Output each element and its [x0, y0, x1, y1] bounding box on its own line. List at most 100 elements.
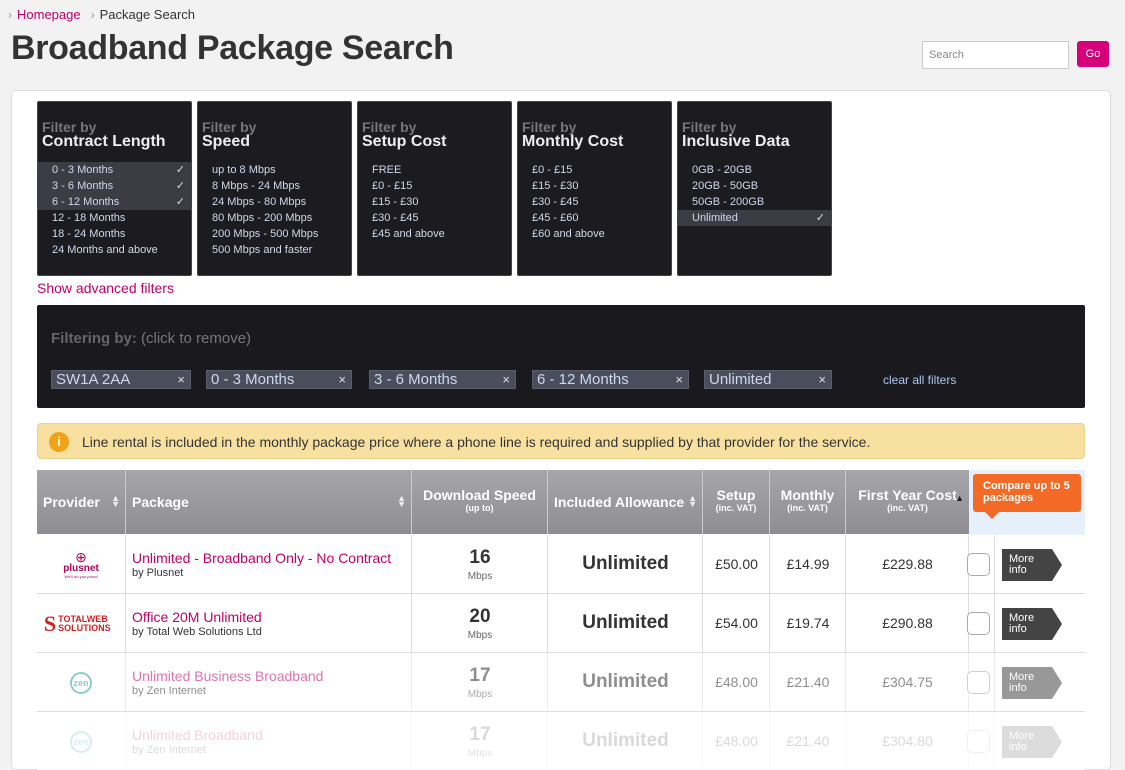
col-download-speed[interactable]: Download Speed (up to) — [412, 470, 548, 534]
filter-option[interactable]: FREE — [358, 162, 511, 178]
filter-option[interactable]: 24 Months and above — [38, 242, 191, 258]
plusnet-cross-icon: ⊕ — [75, 548, 87, 565]
filter-option[interactable]: 80 Mbps - 200 Mbps — [198, 210, 351, 226]
filter-option[interactable]: 18 - 24 Months — [38, 226, 191, 242]
line-rental-notice: i Line rental is included in the monthly… — [37, 423, 1085, 459]
setup-price: £48.00 — [715, 674, 758, 690]
filter-option[interactable]: £30 - £45 — [358, 210, 511, 226]
search-input[interactable] — [922, 41, 1069, 69]
speed-unit: Mbps — [467, 571, 493, 582]
first-year-price: £304.75 — [882, 674, 933, 690]
monthly-price: £21.40 — [786, 674, 830, 690]
filter-tag[interactable]: SW1A 2AA × — [51, 370, 191, 389]
table-row: S TOTALWEB SOLUTIONS Office 20M Unlimite… — [37, 594, 1085, 653]
allowance-value: Unlimited — [582, 730, 669, 751]
col-setup[interactable]: Setup (inc. VAT) — [703, 470, 770, 534]
filter-option[interactable]: 20GB - 50GB — [678, 178, 831, 194]
filter-option[interactable]: £0 - £15 — [518, 162, 671, 178]
chevron-right-icon: › — [90, 7, 95, 22]
breadcrumb-home-link[interactable]: Homepage — [17, 7, 81, 22]
compare-packages-button[interactable]: Compare up to 5 packages — [973, 474, 1081, 519]
compare-checkbox[interactable] — [967, 730, 990, 753]
filter-option[interactable]: 200 Mbps - 500 Mbps — [198, 226, 351, 242]
filter-option[interactable]: 12 - 18 Months — [38, 210, 191, 226]
filter-tag[interactable]: Unlimited × — [704, 370, 832, 389]
filter-option[interactable]: Unlimited ✓ — [678, 210, 831, 226]
speed-value: 16 — [469, 547, 491, 568]
filter-option[interactable]: £0 - £15 — [358, 178, 511, 194]
close-icon[interactable]: × — [177, 371, 185, 388]
speed-unit: Mbps — [467, 748, 493, 759]
page-title: Broadband Package Search — [11, 29, 454, 67]
col-first-year-cost[interactable]: First Year Cost (inc. VAT) ▲ — [846, 470, 969, 534]
close-icon[interactable]: × — [675, 371, 683, 388]
filter-option[interactable]: 24 Mbps - 80 Mbps — [198, 194, 351, 210]
info-icon: i — [49, 432, 69, 452]
filter-option[interactable]: 0GB - 20GB — [678, 162, 831, 178]
allowance-value: Unlimited — [582, 612, 669, 633]
filter-option[interactable]: £15 - £30 — [358, 194, 511, 210]
close-icon[interactable]: × — [818, 371, 826, 388]
search-go-button[interactable]: Go — [1077, 41, 1109, 67]
check-icon: ✓ — [175, 164, 185, 176]
filter-option[interactable]: £45 and above — [358, 226, 511, 242]
filter-option[interactable]: up to 8 Mbps — [198, 162, 351, 178]
zen-logo: zen — [37, 653, 125, 712]
filter-option[interactable]: 8 Mbps - 24 Mbps — [198, 178, 351, 194]
package-provider: by Total Web Solutions Ltd — [132, 626, 262, 638]
filter-setup-cost: Filter by Setup Cost FREE £0 - £15 £15 -… — [357, 101, 512, 276]
setup-price: £50.00 — [715, 556, 758, 572]
first-year-price: £304.80 — [882, 733, 933, 749]
filter-inclusive-data: Filter by Inclusive Data 0GB - 20GB 20GB… — [677, 101, 832, 276]
filter-option[interactable]: £15 - £30 — [518, 178, 671, 194]
more-info-button[interactable]: More info — [1002, 608, 1062, 640]
check-icon: ✓ — [175, 196, 185, 208]
speed-value: 17 — [469, 665, 491, 686]
col-provider[interactable]: Provider ▲ ▼ — [37, 470, 126, 534]
filter-option[interactable]: 50GB - 200GB — [678, 194, 831, 210]
clear-all-filters-link[interactable]: clear all filters — [883, 373, 956, 387]
setup-price: £54.00 — [715, 615, 758, 631]
package-name-link[interactable]: Unlimited Business Broadband — [132, 668, 323, 684]
filtering-label: Filtering by: (click to remove) — [51, 330, 252, 347]
compare-checkbox[interactable] — [967, 612, 990, 635]
compare-checkbox[interactable] — [967, 671, 990, 694]
filter-option[interactable]: 6 - 12 Months ✓ — [38, 194, 191, 210]
speed-value: 20 — [469, 606, 491, 627]
package-provider: by Zen Internet — [132, 685, 206, 697]
more-info-button[interactable]: More info — [1002, 726, 1062, 758]
allowance-value: Unlimited — [582, 553, 669, 574]
filter-tag[interactable]: 6 - 12 Months × — [532, 370, 689, 389]
col-package[interactable]: Package ▲ ▼ — [126, 470, 412, 534]
close-icon[interactable]: × — [502, 371, 510, 388]
package-name-link[interactable]: Unlimited Broadband — [132, 727, 263, 743]
filter-option[interactable]: 0 - 3 Months ✓ — [38, 162, 191, 178]
filter-option[interactable]: £60 and above — [518, 226, 671, 242]
col-included-allowance[interactable]: Included Allowance ▲ ▼ — [548, 470, 703, 534]
filter-title: Setup Cost — [362, 133, 447, 150]
monthly-price: £14.99 — [786, 556, 830, 572]
filter-tag[interactable]: 3 - 6 Months × — [369, 370, 516, 389]
filter-option[interactable]: 500 Mbps and faster — [198, 242, 351, 258]
filter-option[interactable]: £30 - £45 — [518, 194, 671, 210]
more-info-button[interactable]: More info — [1002, 667, 1062, 699]
table-row: ⊕ plusnet We'll do you proud Unlimited -… — [37, 535, 1085, 594]
filter-option[interactable]: £45 - £60 — [518, 210, 671, 226]
filter-title: Inclusive Data — [682, 133, 790, 150]
sort-icon: ▲ ▼ — [688, 493, 697, 509]
col-monthly[interactable]: Monthly (inc. VAT) — [770, 470, 846, 534]
check-icon: ✓ — [175, 180, 185, 192]
compare-checkbox[interactable] — [967, 553, 990, 576]
monthly-price: £19.74 — [786, 615, 830, 631]
package-name-link[interactable]: Office 20M Unlimited — [132, 609, 262, 625]
close-icon[interactable]: × — [338, 371, 346, 388]
check-icon: ✓ — [815, 212, 825, 224]
filter-option[interactable]: 3 - 6 Months ✓ — [38, 178, 191, 194]
table-header: Provider ▲ ▼ Package ▲ ▼ Download Speed (up t… — [37, 470, 969, 534]
more-info-button[interactable]: More info — [1002, 549, 1062, 581]
zen-logo: zen — [37, 712, 125, 770]
package-name-link[interactable]: Unlimited - Broadband Only - No Contract — [132, 550, 391, 566]
total-web-solutions-logo: S TOTALWEB SOLUTIONS — [37, 594, 125, 653]
filter-tag[interactable]: 0 - 3 Months × — [206, 370, 352, 389]
show-advanced-filters-link[interactable]: Show advanced filters — [37, 280, 174, 296]
